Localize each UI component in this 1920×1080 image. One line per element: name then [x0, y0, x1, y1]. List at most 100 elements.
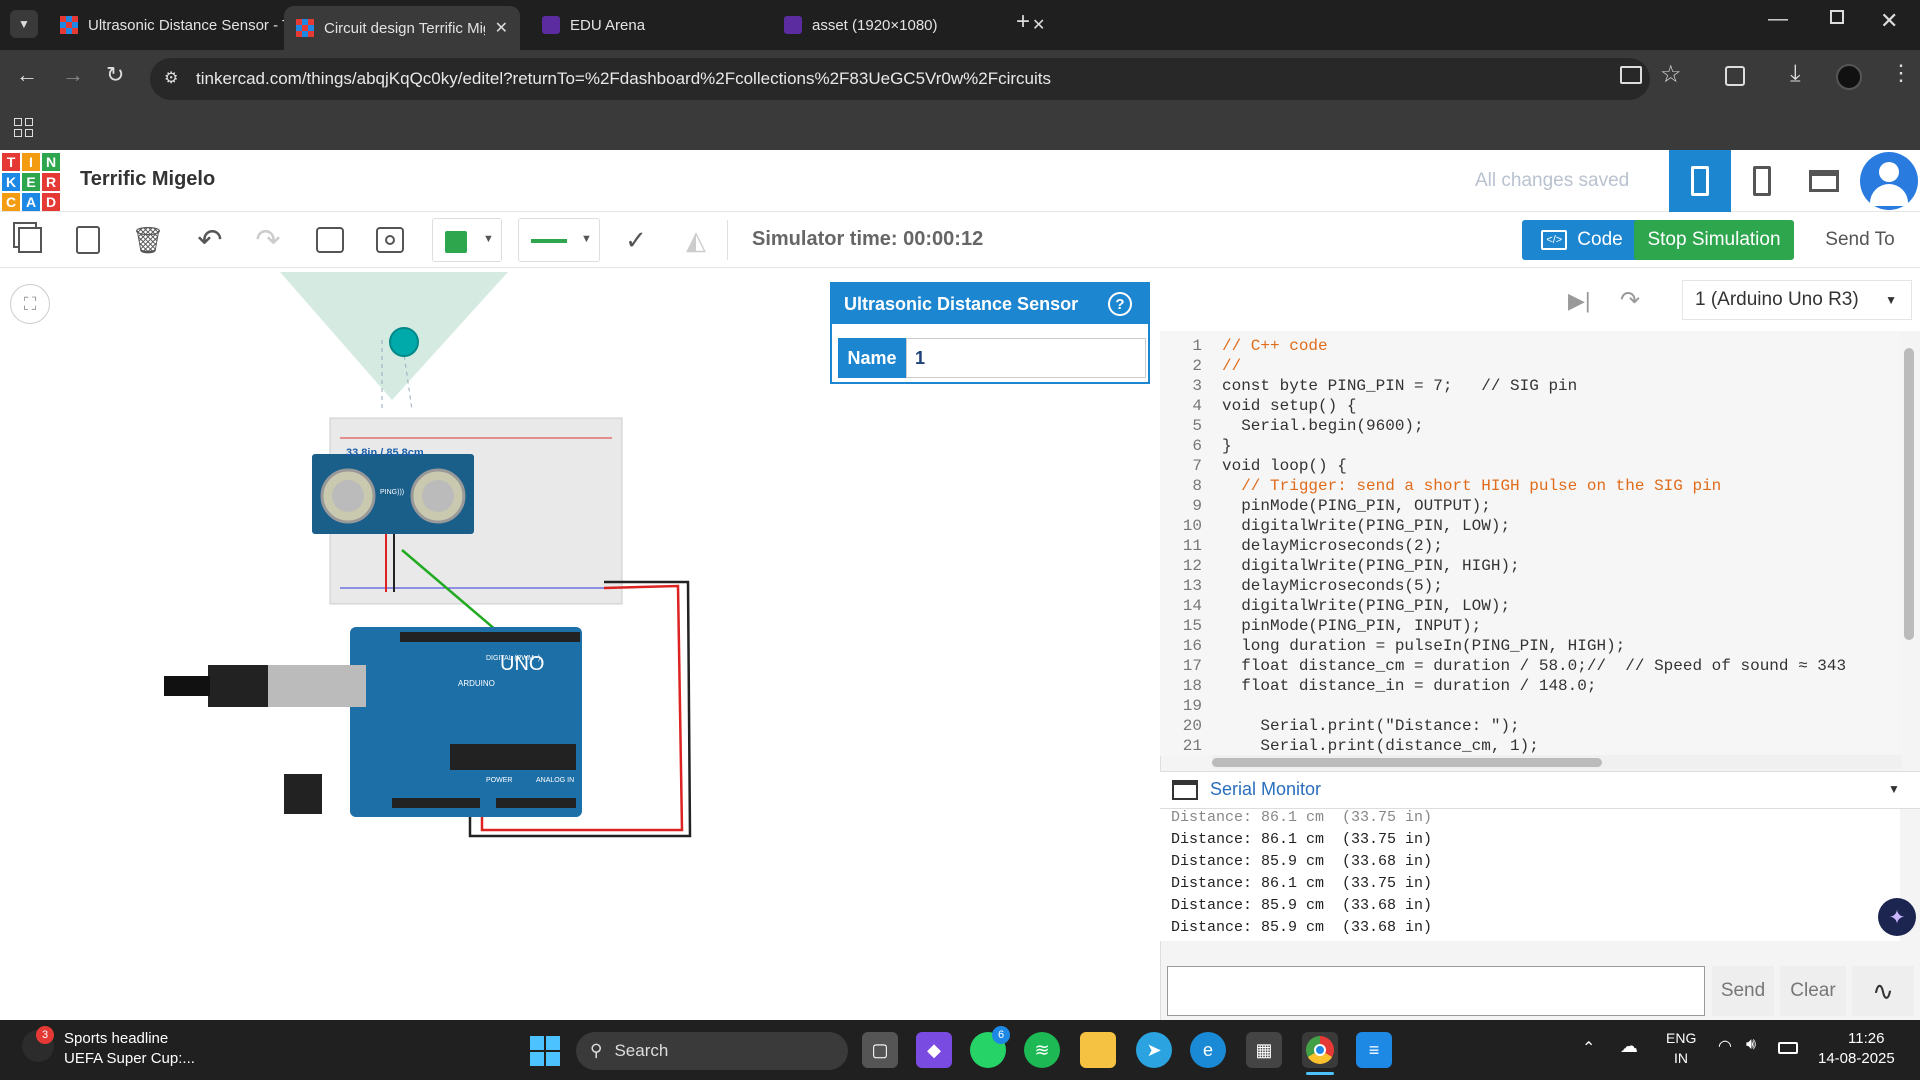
- help-icon[interactable]: ?: [1108, 292, 1132, 316]
- toggle-notes-button[interactable]: [372, 222, 408, 258]
- back-icon[interactable]: ←: [16, 62, 38, 88]
- notepad-icon[interactable]: ≡: [1356, 1032, 1392, 1068]
- language-secondary[interactable]: IN: [1674, 1050, 1688, 1066]
- close-window-icon[interactable]: ✕: [1880, 8, 1898, 34]
- code-line: long duration = pulseIn(PING_PIN, HIGH);: [1222, 637, 1626, 655]
- taskbar-search[interactable]: ⚲ Search: [576, 1032, 848, 1070]
- search-icon: ⚲: [590, 1041, 603, 1060]
- serial-line: Distance: 85.9 cm (33.68 in): [1171, 919, 1433, 936]
- eye-icon: [376, 227, 404, 253]
- code-button[interactable]: </> Code: [1522, 220, 1642, 260]
- serial-input[interactable]: [1167, 966, 1705, 1016]
- analog-pins-label: ANALOG IN: [536, 777, 574, 784]
- component-list-button[interactable]: [1793, 150, 1855, 212]
- store-icon[interactable]: ▦: [1246, 1032, 1282, 1068]
- close-icon[interactable]: ✕: [1032, 15, 1045, 35]
- minimize-icon[interactable]: —: [1768, 8, 1788, 31]
- code-line: }: [1222, 437, 1232, 455]
- chevron-down-icon[interactable]: ▼: [1888, 782, 1900, 796]
- language-primary[interactable]: ENG: [1666, 1030, 1696, 1046]
- close-icon[interactable]: ✕: [495, 18, 508, 38]
- maximize-icon[interactable]: [1830, 10, 1844, 24]
- name-field[interactable]: 1: [906, 338, 1146, 378]
- usb-cable-connector: [266, 665, 366, 707]
- serial-send-button[interactable]: Send: [1712, 966, 1774, 1016]
- device-select[interactable]: 1 (Arduino Uno R3) ▼: [1682, 280, 1912, 320]
- task-view-icon[interactable]: ▢: [862, 1032, 898, 1068]
- fit-view-icon[interactable]: ⛶: [10, 284, 50, 324]
- clock-date[interactable]: 14-08-2025: [1818, 1050, 1895, 1067]
- install-app-icon[interactable]: [1620, 66, 1642, 84]
- whatsapp-icon[interactable]: 6: [970, 1026, 1010, 1068]
- delete-button[interactable]: 🗑: [130, 222, 166, 258]
- site-info-icon[interactable]: ⚙: [164, 68, 178, 88]
- bookmark-star-icon[interactable]: ☆: [1660, 60, 1682, 89]
- board-brand-label: ARDUINO: [458, 679, 495, 688]
- vertical-scrollbar-thumb[interactable]: [1904, 348, 1914, 640]
- redo-button[interactable]: ↷: [250, 222, 286, 258]
- onedrive-icon[interactable]: ☁: [1620, 1036, 1638, 1057]
- news-subtitle[interactable]: UEFA Super Cup:...: [64, 1050, 195, 1067]
- browser-tab[interactable]: asset (1920×1080) ✕: [772, 6, 1057, 44]
- reload-icon[interactable]: ↻: [106, 62, 124, 88]
- simulator-time: Simulator time: 00:00:12: [752, 228, 984, 250]
- tab-title: asset (1920×1080): [812, 16, 938, 34]
- serial-line: Distance: 86.1 cm (33.75 in): [1171, 809, 1433, 826]
- profile-avatar[interactable]: [1836, 64, 1862, 90]
- menu-kebab-icon[interactable]: ⋮: [1890, 60, 1912, 86]
- notes-button[interactable]: [312, 222, 348, 258]
- browser-tab-active[interactable]: Circuit design Terrific Migelo - T ✕: [284, 6, 520, 50]
- chrome-icon[interactable]: [1302, 1032, 1338, 1068]
- spotify-icon[interactable]: ≋: [1024, 1032, 1060, 1068]
- serial-clear-button[interactable]: Clear: [1780, 966, 1846, 1016]
- code-line: digitalWrite(PING_PIN, HIGH);: [1222, 557, 1520, 575]
- forward-icon[interactable]: →: [62, 62, 84, 88]
- telegram-icon[interactable]: ➤: [1136, 1032, 1172, 1068]
- copilot-icon[interactable]: ◆: [916, 1032, 952, 1068]
- windows-start-icon[interactable]: [530, 1036, 560, 1066]
- stop-simulation-button[interactable]: Stop Simulation: [1634, 220, 1794, 260]
- new-tab-icon[interactable]: +: [1016, 8, 1030, 36]
- schematic-view-button[interactable]: [1731, 150, 1793, 212]
- debugger-icon[interactable]: ↷: [1620, 286, 1640, 315]
- battery-icon[interactable]: [1778, 1042, 1798, 1054]
- chevron-down-icon: ▼: [1885, 293, 1897, 307]
- wire-type-picker[interactable]: ▼: [518, 218, 600, 262]
- circuit-view-button[interactable]: [1669, 150, 1731, 212]
- user-avatar[interactable]: [1860, 152, 1918, 210]
- code-editor[interactable]: 1// C++ code 2// 3 const byte PING_PIN = …: [1160, 331, 1900, 756]
- clock-time[interactable]: 11:26: [1848, 1030, 1884, 1047]
- edge-icon[interactable]: e: [1190, 1032, 1226, 1068]
- wifi-icon[interactable]: ◠: [1718, 1036, 1732, 1056]
- tinkercad-logo[interactable]: T I N K E R C A D: [2, 153, 60, 211]
- url-bar[interactable]: ⚙ tinkercad.com/things/abqjKqQc0ky/edite…: [150, 58, 1650, 100]
- download-icon[interactable]: ⤓: [1790, 60, 1801, 88]
- horizontal-scrollbar-thumb[interactable]: [1212, 758, 1602, 767]
- news-title[interactable]: Sports headline: [64, 1030, 168, 1047]
- file-explorer-icon[interactable]: [1080, 1032, 1116, 1068]
- copy-button[interactable]: [12, 222, 48, 258]
- code-line: const byte PING_PIN = 7; // SIG pin: [1222, 377, 1578, 395]
- project-title[interactable]: Terrific Migelo: [80, 168, 215, 191]
- tab-list-dropdown[interactable]: ▼: [10, 10, 38, 38]
- apps-grid-icon[interactable]: [14, 118, 33, 137]
- arduino-uno-board: [350, 627, 582, 817]
- volume-icon[interactable]: 🔊︎: [1746, 1036, 1756, 1054]
- news-widget-icon[interactable]: 3: [22, 1026, 54, 1062]
- send-to-button[interactable]: Send To: [1810, 220, 1910, 260]
- trash-icon: 🗑: [131, 224, 165, 255]
- serial-monitor-icon: [1172, 780, 1198, 800]
- color-picker[interactable]: ▼: [432, 218, 502, 262]
- paste-button[interactable]: [70, 222, 106, 258]
- undo-button[interactable]: ↶: [192, 222, 228, 258]
- chevron-up-icon[interactable]: ⌃: [1582, 1038, 1595, 1058]
- name-label: Name: [838, 338, 906, 378]
- atmega-chip: [450, 744, 576, 770]
- flip-button[interactable]: ◭: [678, 222, 714, 258]
- step-icon[interactable]: ▶︎|: [1568, 288, 1591, 314]
- serial-graph-button[interactable]: ∿: [1852, 966, 1914, 1016]
- rotate-button[interactable]: ✓: [618, 222, 654, 258]
- ai-assistant-icon[interactable]: ✦: [1878, 898, 1916, 936]
- chevron-down-icon: ▼: [18, 17, 30, 31]
- extensions-icon[interactable]: [1725, 66, 1745, 86]
